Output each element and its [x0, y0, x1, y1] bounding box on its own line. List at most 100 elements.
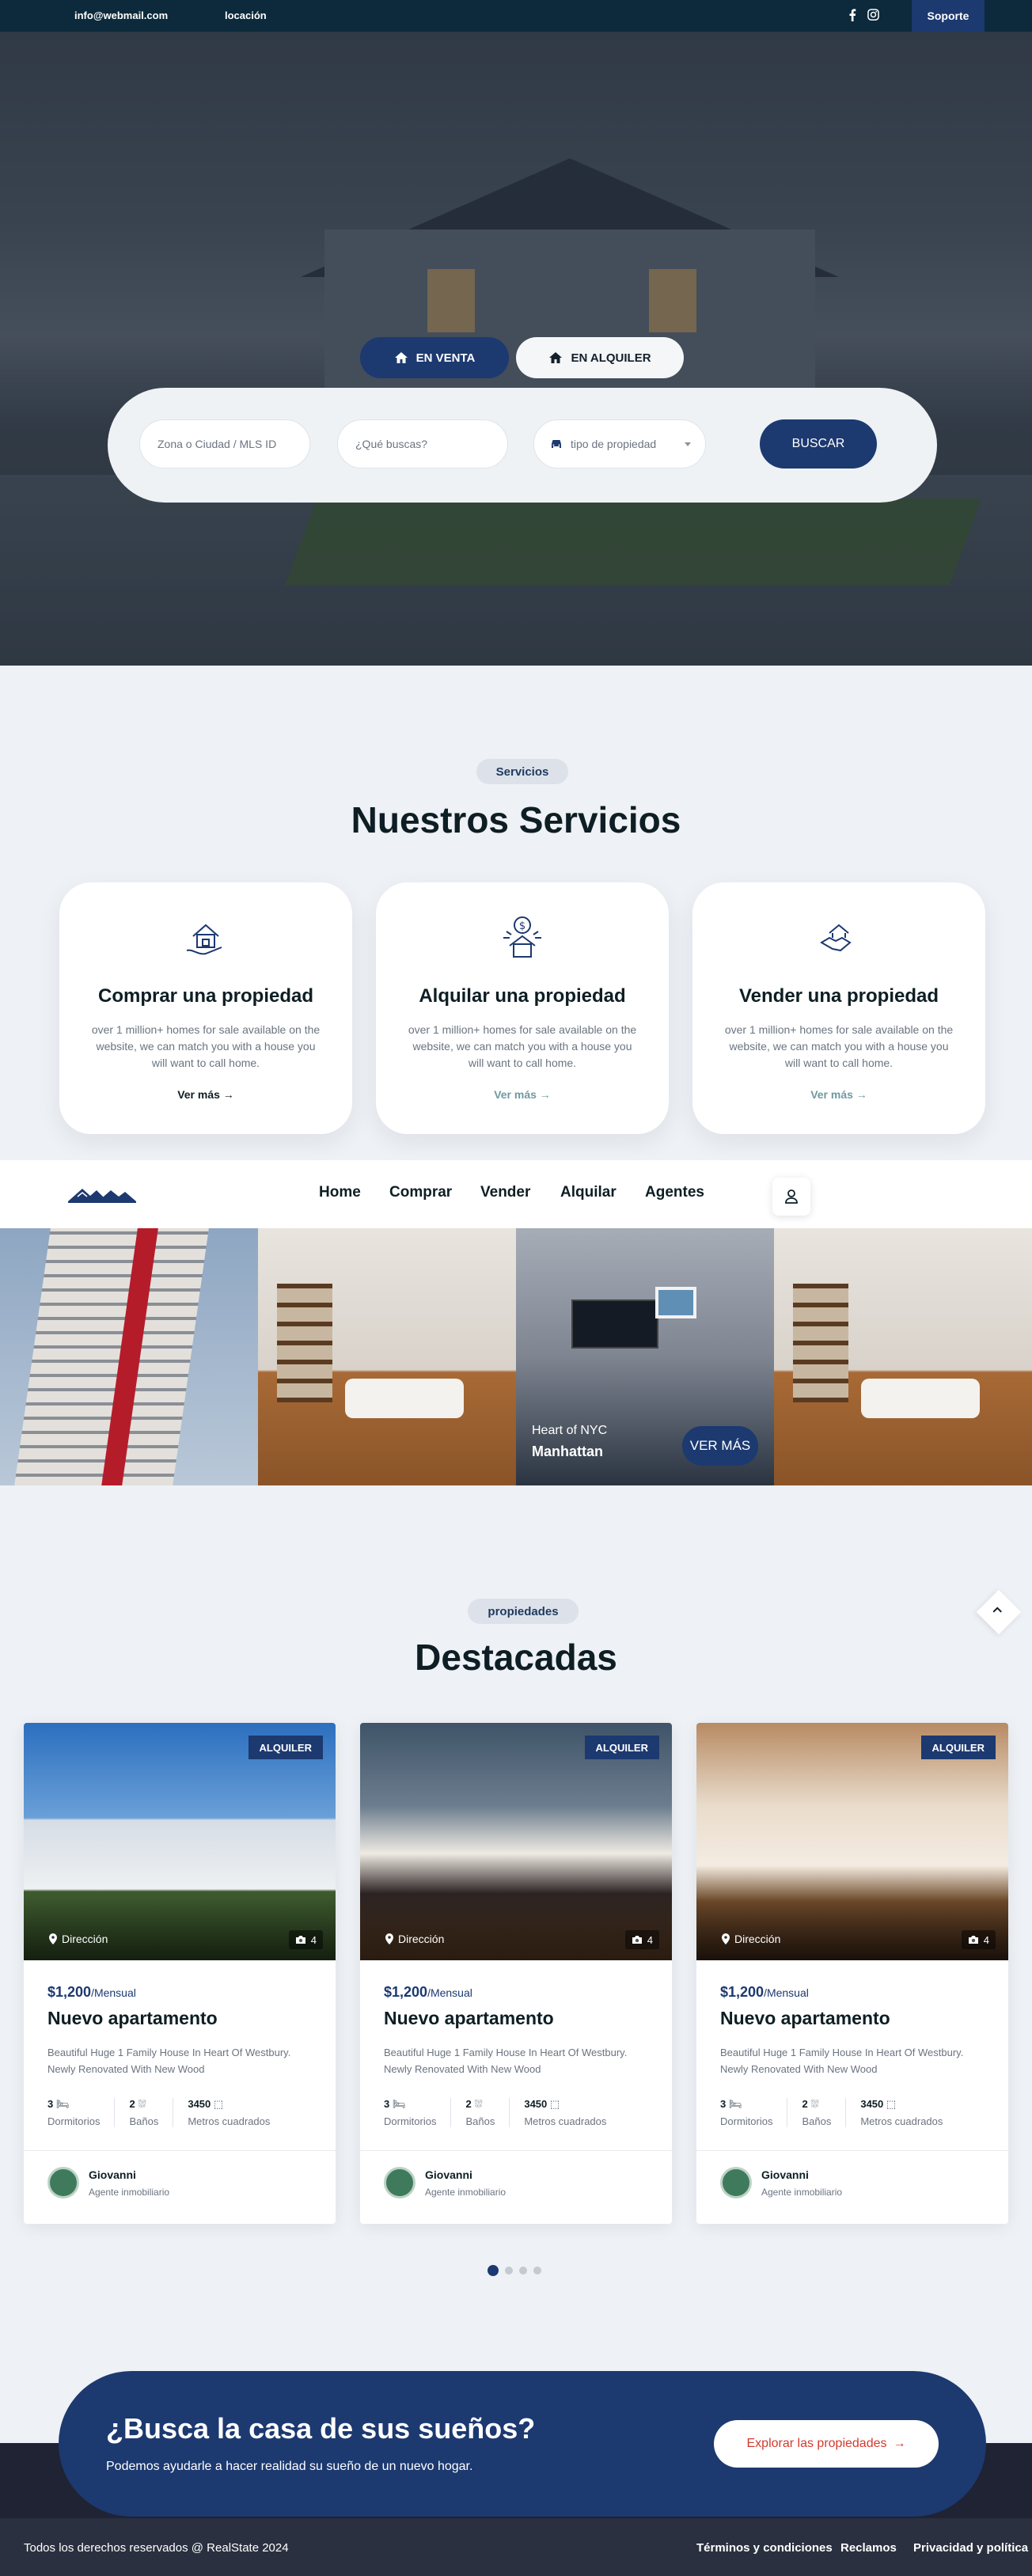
footer-link-privacy[interactable]: Privacidad y política [913, 2541, 1028, 2555]
stat-label: Metros cuadrados [860, 2115, 943, 2127]
property-card[interactable]: ALQUILER Dirección 4 $1,200/Mensual Nuev… [360, 1723, 672, 2224]
area-icon: ⬚ [549, 2098, 560, 2110]
hero-overlay [0, 32, 1032, 666]
location-link[interactable]: locación [225, 9, 267, 21]
search-button[interactable]: BUSCAR [760, 419, 877, 469]
property-price: $1,200/Mensual [720, 1984, 809, 2001]
photo-count-text: 4 [310, 1933, 317, 1946]
logo-icon[interactable] [66, 1184, 139, 1205]
stat-bathrooms: 2 ⛆ Baños [802, 2098, 847, 2127]
photo-count[interactable]: 4 [288, 1930, 323, 1949]
stat-label: Dormitorios [47, 2115, 101, 2127]
property-title[interactable]: Nuevo apartamento [384, 2008, 554, 2029]
support-button[interactable]: Soporte [912, 0, 985, 32]
address-text: Dirección [62, 1933, 108, 1945]
price-value: $1,200 [720, 1984, 765, 2000]
bath-icon: ⛆ [474, 2098, 483, 2110]
query-input[interactable]: ¿Qué buscas? [337, 419, 508, 469]
service-card-link-label: Ver más [810, 1088, 853, 1101]
cta-subtitle: Podemos ayudarle a hacer realidad su sue… [106, 2460, 473, 2473]
services-title: Nuestros Servicios [351, 799, 681, 840]
facebook-icon[interactable] [848, 9, 856, 21]
tab-en-alquiler[interactable]: EN ALQUILER [516, 337, 684, 378]
agent-name[interactable]: Giovanni [425, 2168, 472, 2181]
property-card[interactable]: ALQUILER Dirección 4 $1,200/Mensual Nuev… [696, 1723, 1008, 2224]
price-value: $1,200 [47, 1984, 92, 2000]
gallery-image-tower[interactable] [0, 1228, 258, 1485]
bookshelf-shape [277, 1284, 332, 1402]
ver-mas-button[interactable]: VER MÁS [682, 1426, 758, 1466]
featured-section: propiedades Destacadas ALQUILER Direcció… [0, 1485, 1032, 2376]
contact-email[interactable]: info@webmail.com [57, 9, 168, 21]
address-label: Dirección [722, 1933, 780, 1945]
gallery-image-living-room[interactable] [774, 1228, 1032, 1485]
price-period: /Mensual [91, 1986, 136, 1999]
sofa-shape [861, 1379, 980, 1418]
service-card-link[interactable]: Ver más → [692, 1088, 985, 1101]
photo-count[interactable]: 4 [961, 1930, 996, 1949]
main-navbar: Home Comprar Vender Alquilar Agentes [0, 1160, 1032, 1228]
stat-area: 3450 ⬚ Metros cuadrados [188, 2098, 284, 2127]
featured-pill: propiedades [468, 1599, 579, 1624]
property-title[interactable]: Nuevo apartamento [720, 2008, 890, 2029]
nav-comprar[interactable]: Comprar [389, 1184, 452, 1201]
user-account-button[interactable] [772, 1178, 810, 1216]
property-card[interactable]: ALQUILER Dirección 4 $1,200/Mensual Nuev… [24, 1723, 336, 2224]
property-type-select[interactable]: tipo de propiedad [533, 419, 706, 469]
agent-name[interactable]: Giovanni [89, 2168, 136, 2181]
nav-alquilar[interactable]: Alquilar [560, 1184, 617, 1201]
photo-count[interactable]: 4 [624, 1930, 659, 1949]
home-icon [549, 352, 563, 363]
bed-icon: 🛏︎ [728, 2098, 742, 2110]
photo-count-text: 4 [983, 1933, 989, 1946]
price-period: /Mensual [427, 1986, 472, 1999]
nav-vender[interactable]: Vender [480, 1184, 530, 1201]
sofa-shape [345, 1379, 464, 1418]
service-card-title: Vender una propiedad [738, 985, 939, 1007]
stat-label: Baños [129, 2115, 159, 2127]
cta-title: ¿Busca la casa de sus sueños? [106, 2412, 536, 2445]
avatar[interactable] [720, 2167, 752, 2199]
footer-link-terms[interactable]: Términos y condiciones [696, 2541, 833, 2555]
property-price: $1,200/Mensual [47, 1984, 136, 2001]
explore-properties-button[interactable]: Explorar las propiedades → [714, 2420, 939, 2468]
user-icon [785, 1189, 798, 1204]
top-bar: info@webmail.com locación Soporte [0, 0, 1032, 32]
service-card-sell: Vender una propiedad over 1 million+ hom… [692, 882, 985, 1134]
nav-home[interactable]: Home [319, 1184, 361, 1201]
bath-icon: ⛆ [138, 2098, 146, 2110]
service-card-link[interactable]: Ver más → [59, 1088, 352, 1101]
service-card-link[interactable]: Ver más → [376, 1088, 669, 1101]
nav-agentes[interactable]: Agentes [645, 1184, 704, 1201]
pagination-dot[interactable] [505, 2267, 513, 2274]
zone-input[interactable]: Zona o Ciudad / MLS ID [139, 419, 310, 469]
agent-role: Agente inmobiliario [89, 2187, 170, 2198]
footer-link-reclamos[interactable]: Reclamos [840, 2541, 897, 2555]
card-divider [360, 2150, 672, 2151]
stat-value: 3450 [188, 2098, 211, 2110]
pagination-dot[interactable] [519, 2267, 527, 2274]
property-title[interactable]: Nuevo apartamento [47, 2008, 218, 2029]
tab-en-venta[interactable]: EN VENTA [360, 337, 509, 378]
carousel-pagination [488, 2265, 541, 2276]
home-icon [394, 352, 408, 363]
pagination-dot[interactable] [488, 2265, 499, 2276]
stat-label: Dormitorios [384, 2115, 437, 2127]
agent-name[interactable]: Giovanni [761, 2168, 809, 2181]
property-stats: 3 🛏︎ Dormitorios 2 ⛆ Baños 3450 ⬚ Metros cu… [720, 2098, 971, 2127]
map-pin-icon [385, 1933, 393, 1944]
cta-banner: ¿Busca la casa de sus sueños? Podemos ay… [59, 2371, 986, 2517]
gallery-image-manhattan[interactable]: Heart of NYC Manhattan VER MÁS [516, 1228, 774, 1485]
tab-label: EN VENTA [415, 351, 476, 365]
avatar[interactable] [47, 2167, 79, 2199]
scroll-top-button[interactable] [976, 1589, 1022, 1635]
map-pin-icon [722, 1933, 730, 1944]
chevron-down-icon [685, 442, 691, 446]
pagination-dot[interactable] [533, 2267, 541, 2274]
instagram-icon[interactable] [867, 9, 879, 21]
gallery-image-living-room[interactable] [258, 1228, 516, 1485]
avatar[interactable] [384, 2167, 415, 2199]
status-badge: ALQUILER [920, 1736, 996, 1759]
service-card-rent: $ Alquilar una propiedad over 1 million+… [376, 882, 669, 1134]
camera-icon [295, 1936, 305, 1944]
